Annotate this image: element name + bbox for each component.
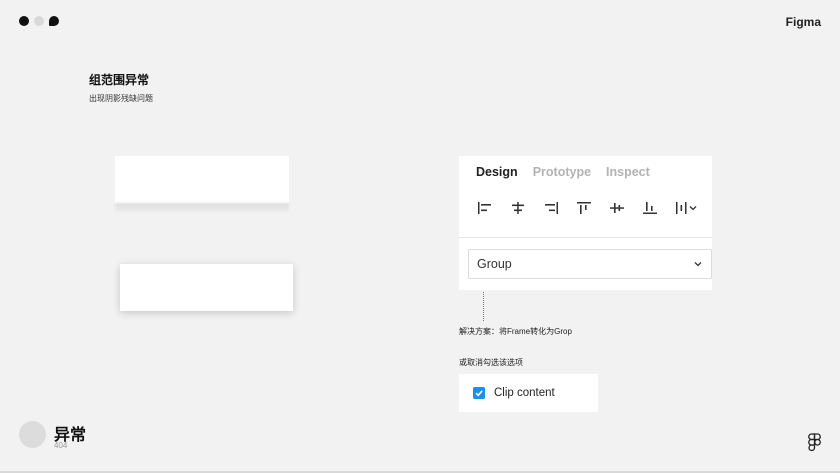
dot-icon <box>49 16 59 26</box>
design-panel: Design Prototype Inspect Group <box>459 156 712 290</box>
layer-type-select[interactable]: Group <box>468 249 712 279</box>
align-right-icon[interactable] <box>543 201 559 215</box>
footer-code: 404 <box>54 441 68 450</box>
figma-logo-icon <box>808 433 821 452</box>
dot-icon <box>19 16 29 26</box>
select-value: Group <box>477 257 512 271</box>
distribute-spacing-icon[interactable] <box>675 201 699 215</box>
align-bottom-icon[interactable] <box>642 201 658 215</box>
solution-text: 解决方案：将Frame转化为Grop <box>459 327 572 336</box>
connector-line <box>483 292 484 321</box>
checkmark-icon <box>475 390 483 397</box>
align-left-icon[interactable] <box>477 201 493 215</box>
align-vertical-center-icon[interactable] <box>609 201 625 215</box>
clip-content-label: Clip content <box>494 387 555 399</box>
brand-label: Figma <box>785 15 821 29</box>
clip-content-option[interactable]: Clip content <box>459 374 598 412</box>
align-horizontal-center-icon[interactable] <box>510 201 526 215</box>
panel-tabs: Design Prototype Inspect <box>476 165 650 179</box>
broken-shadow-strip <box>115 203 289 212</box>
tab-prototype[interactable]: Prototype <box>533 165 591 179</box>
window-dots <box>19 16 59 26</box>
alignment-toolbar <box>477 201 699 215</box>
tab-inspect[interactable]: Inspect <box>606 165 650 179</box>
page-title: 组范围异常 <box>89 73 150 87</box>
align-top-icon[interactable] <box>576 201 592 215</box>
broken-shadow-box <box>115 156 289 204</box>
footer-circle-icon <box>19 421 46 448</box>
dot-icon <box>34 16 44 26</box>
alternative-text: 或取消勾选该选项 <box>459 358 523 367</box>
panel-divider <box>459 237 712 238</box>
page-subtitle: 出现阴影残缺问题 <box>89 94 153 103</box>
chevron-down-icon <box>694 262 702 267</box>
correct-shadow-box <box>120 264 293 311</box>
tab-design[interactable]: Design <box>476 165 518 179</box>
slide: Figma 组范围异常 出现阴影残缺问题 Design Prototype In… <box>0 0 840 473</box>
clip-content-checkbox[interactable] <box>473 387 485 399</box>
